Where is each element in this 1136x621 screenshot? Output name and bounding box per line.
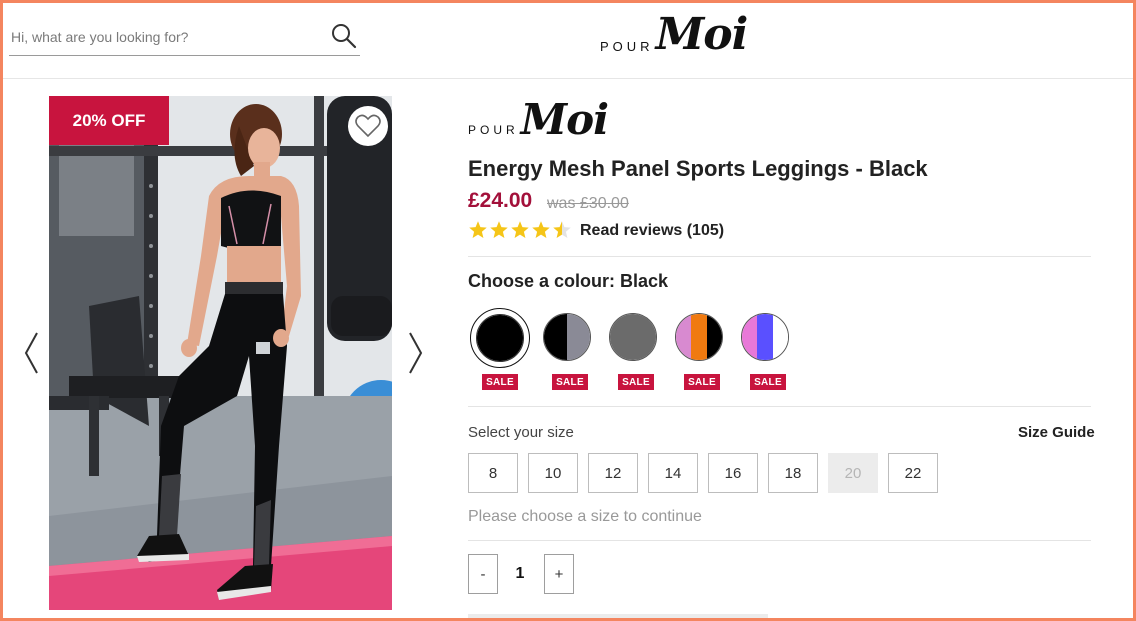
brand-moi: Moi: [520, 95, 609, 144]
search-icon[interactable]: [330, 22, 358, 50]
chevron-left-icon[interactable]: [20, 330, 44, 376]
chevron-right-icon[interactable]: [403, 330, 427, 376]
site-logo[interactable]: POUR Moi: [600, 9, 749, 60]
colour-swatch[interactable]: [675, 313, 723, 361]
swatch-colour-band: [567, 314, 590, 360]
colour-swatch[interactable]: [609, 313, 657, 361]
quantity-increase-button[interactable]: +: [544, 554, 574, 594]
swatch-colour-band: [544, 314, 567, 360]
star-icon: [468, 220, 488, 245]
colour-swatch-group: SALE: [540, 308, 602, 392]
swatch-colour-band: [772, 314, 788, 360]
sale-badge: SALE: [552, 374, 588, 390]
sale-badge: SALE: [618, 374, 654, 390]
wishlist-heart-icon[interactable]: [348, 106, 388, 146]
star-icon: [510, 220, 530, 245]
search-input[interactable]: [11, 24, 311, 50]
sale-badge: SALE: [750, 374, 786, 390]
size-option-button[interactable]: 22: [888, 453, 938, 493]
colour-swatch[interactable]: [470, 308, 530, 368]
quantity-decrease-button[interactable]: -: [468, 554, 498, 594]
swatch-colour-band: [691, 314, 707, 360]
size-guide-link[interactable]: Size Guide: [1018, 424, 1095, 441]
size-option-button: 20: [828, 453, 878, 493]
size-label: Select your size: [468, 424, 574, 441]
swatch-colour-band: [477, 315, 523, 361]
divider: [468, 256, 1091, 257]
star-icon: [531, 220, 551, 245]
was-price: was £30.00: [547, 195, 629, 212]
size-option-button[interactable]: 14: [648, 453, 698, 493]
swatch-colour-band: [676, 314, 692, 360]
product-image[interactable]: [49, 96, 392, 610]
star-icon: [552, 220, 572, 245]
rating-stars: [468, 220, 572, 245]
sale-badge: SALE: [684, 374, 720, 390]
colour-swatch-group: SALE: [606, 308, 668, 392]
add-to-bag-button[interactable]: [468, 614, 768, 621]
colour-swatch-group: SALE: [672, 308, 734, 392]
read-reviews-link[interactable]: Read reviews (105): [580, 222, 724, 240]
divider: [468, 406, 1091, 407]
swatch-colour-band: [757, 314, 773, 360]
swatch-colour-band: [610, 314, 656, 360]
quantity-value[interactable]: 1: [508, 565, 532, 583]
size-option-button[interactable]: 10: [528, 453, 578, 493]
discount-badge: 20% OFF: [49, 96, 169, 145]
size-option-button[interactable]: 8: [468, 453, 518, 493]
size-option-button[interactable]: 16: [708, 453, 758, 493]
size-option-button[interactable]: 18: [768, 453, 818, 493]
logo-moi: Moi: [655, 9, 749, 60]
star-icon: [489, 220, 509, 245]
colour-swatch[interactable]: [543, 313, 591, 361]
colour-label: Choose a colour: Black: [468, 271, 669, 291]
size-message: Please choose a size to continue: [468, 508, 702, 525]
brand-pour: POUR: [468, 123, 519, 137]
colour-swatch[interactable]: [741, 313, 789, 361]
brand-logo[interactable]: POUR Moi: [468, 95, 609, 145]
logo-pour: POUR: [600, 39, 654, 54]
site-header: POUR Moi: [0, 0, 1136, 79]
colour-swatch-group: SALE: [470, 308, 532, 392]
colour-swatch-group: SALE: [738, 308, 800, 392]
product-title: Energy Mesh Panel Sports Leggings - Blac…: [468, 156, 928, 181]
divider: [468, 540, 1091, 541]
size-option-button[interactable]: 12: [588, 453, 638, 493]
sale-badge: SALE: [482, 374, 518, 390]
current-price: £24.00: [468, 189, 533, 212]
swatch-colour-band: [706, 314, 722, 360]
search-bar: [9, 20, 360, 56]
swatch-colour-band: [742, 314, 758, 360]
